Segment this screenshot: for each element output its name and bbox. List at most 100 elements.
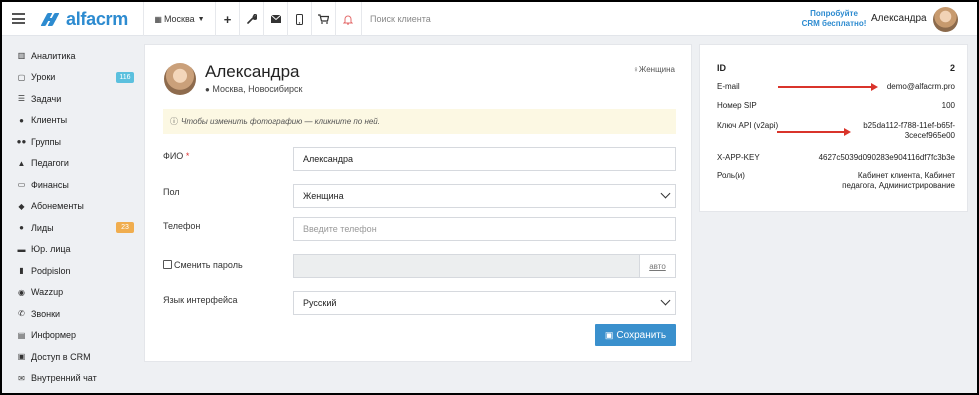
city-selector[interactable]: ▦ Москва ▼	[143, 2, 215, 36]
fio-value: Александра	[303, 154, 354, 164]
search-placeholder: Поиск клиента	[370, 14, 431, 24]
info-key: E-mail	[717, 82, 740, 91]
gender-label: Пол	[163, 187, 180, 197]
info-key: Ключ API (v2api)	[717, 121, 779, 130]
auto-password-button[interactable]: авто	[639, 255, 675, 277]
language-value: Русский	[303, 298, 337, 308]
info-value: 2	[949, 63, 955, 73]
info-key: ID	[717, 63, 726, 73]
sidebar-item[interactable]: ● Лиды 23	[2, 217, 142, 238]
info-value: 4627c5039d090283e904116df7fc3b3e	[818, 153, 955, 162]
bell-icon[interactable]	[335, 2, 359, 36]
book-icon: ▤	[17, 330, 26, 340]
mail-icon[interactable]	[263, 2, 287, 36]
chart-icon: ▥	[17, 51, 26, 60]
sidebar-item-label: Звонки	[31, 308, 61, 319]
user-name[interactable]: Александра	[871, 13, 927, 24]
sidebar-item-label: Podpislon	[31, 265, 71, 276]
sidebar-item-label: Абонементы	[31, 201, 84, 211]
sidebar-item[interactable]: ✉ Внутренний чат	[2, 368, 142, 389]
file-icon: ▮	[19, 266, 24, 275]
sidebar-item[interactable]: ▬ Юр. лица	[2, 239, 142, 260]
menu-icon[interactable]	[12, 13, 25, 24]
fio-label: ФИО *	[163, 151, 190, 161]
info-value: 100	[941, 101, 955, 110]
save-label: Сохранить	[616, 329, 667, 341]
cart-icon[interactable]	[311, 2, 335, 36]
money-icon: ▭	[17, 180, 26, 189]
sidebar-item[interactable]: ▭ Финансы	[2, 174, 142, 195]
change-password-checkbox[interactable]	[163, 260, 172, 269]
gender-text: Женщина	[638, 65, 675, 74]
logo[interactable]: alfacrm	[40, 9, 128, 29]
lock-icon: ▣	[17, 352, 26, 361]
sidebar-item[interactable]: ☰ Задачи	[2, 88, 142, 109]
sidebar-item[interactable]: ▥ Аналитика	[2, 45, 142, 66]
sidebar-item[interactable]: ▢ Уроки 116	[2, 67, 142, 88]
red-arrow-email	[778, 83, 878, 91]
gender-select[interactable]: Женщина	[293, 184, 676, 208]
info-icon: ⓘ	[170, 117, 178, 126]
sidebar-item[interactable]: ✆ Звонки	[2, 303, 142, 324]
user-plus-icon: ●	[19, 223, 24, 232]
sidebar-item-label: Аналитика	[31, 50, 76, 61]
gender-value: Женщина	[303, 191, 344, 201]
sidebar-item[interactable]: ▣ Доступ в CRM	[2, 346, 142, 367]
count-badge: 23	[116, 222, 134, 233]
profile-card: Александра ● Москва, Новосибирск ♀Женщин…	[144, 44, 692, 362]
language-label: Язык интерфейса	[163, 295, 238, 305]
sidebar-item-label: Лиды	[31, 222, 54, 233]
info-key: Роль(и)	[717, 171, 745, 180]
tag-icon: ◆	[18, 201, 25, 211]
info-key: Номер SIP	[717, 101, 757, 110]
language-select[interactable]: Русский	[293, 291, 676, 315]
profile-name: Александра	[205, 62, 300, 81]
phone-icon[interactable]	[287, 2, 311, 36]
photo-notice: ⓘ Чтобы изменить фотографию — кликните п…	[163, 109, 676, 134]
profile-city: Москва, Новосибирск	[212, 84, 303, 94]
sidebar-item[interactable]: ● Клиенты	[2, 110, 142, 131]
sidebar-item-label: Wazzup	[31, 287, 64, 297]
sidebar-item[interactable]: ▮ Podpislon	[2, 260, 142, 281]
fio-input[interactable]: Александра	[293, 147, 676, 171]
sidebar-item-label: Педагоги	[31, 158, 69, 168]
wrench-icon[interactable]	[239, 2, 263, 36]
whatsapp-icon: ◉	[18, 287, 25, 297]
floppy-icon: ▣	[604, 329, 614, 340]
info-key: X-APP-KEY	[717, 153, 760, 162]
change-password-label: Сменить пароль	[174, 260, 243, 270]
phone-icon: ✆	[18, 309, 25, 318]
graduation-icon: ▲	[17, 158, 26, 168]
logo-mark-icon	[40, 11, 62, 27]
sidebar-item-label: Юр. лица	[31, 244, 71, 254]
user-icon: ●	[19, 115, 24, 125]
client-search-input[interactable]: Поиск клиента	[361, 2, 561, 36]
phone-input[interactable]: Введите телефон	[293, 217, 676, 241]
top-bar: alfacrm ▦ Москва ▼ + Поиск клиента Попро…	[2, 2, 977, 36]
user-avatar[interactable]	[933, 7, 958, 32]
password-input: авто	[293, 254, 676, 278]
sidebar-item[interactable]: ▤ Информер	[2, 325, 142, 346]
notice-text: Чтобы изменить фотографию — кликните по …	[181, 117, 380, 126]
briefcase-icon: ▬	[17, 244, 26, 254]
phone-placeholder: Введите телефон	[303, 224, 377, 234]
chevron-down-icon	[660, 295, 671, 306]
gender-indicator: ♀Женщина	[633, 65, 675, 74]
sidebar-item[interactable]: ◉ Wazzup	[2, 282, 142, 303]
profile-location: ● Москва, Новосибирск	[205, 84, 302, 94]
info-value: demo@alfacrm.pro	[886, 82, 955, 91]
phone-label: Телефон	[163, 221, 201, 231]
sidebar: ▥ Аналитика ▢ Уроки 116 ☰ Задачи ● Клиенты ●● Груп…	[2, 37, 142, 393]
sidebar-item-label: Доступ в CRM	[31, 351, 91, 362]
sidebar-item-label: Группы	[31, 136, 61, 147]
sidebar-item[interactable]: ▲ Педагоги	[2, 153, 142, 174]
sidebar-item[interactable]: ◆ Абонементы	[2, 196, 142, 217]
save-button[interactable]: ▣ Сохранить	[595, 324, 676, 346]
info-value: Кабинет клиента, Кабинет педагога, Админ…	[842, 171, 955, 190]
tasks-icon: ☰	[17, 94, 26, 103]
plus-icon[interactable]: +	[215, 2, 239, 36]
sidebar-item[interactable]: ●● Группы	[2, 131, 142, 152]
change-password-toggle[interactable]: Сменить пароль	[163, 260, 243, 270]
sidebar-item-label: Задачи	[31, 93, 62, 104]
profile-photo[interactable]	[164, 63, 196, 95]
